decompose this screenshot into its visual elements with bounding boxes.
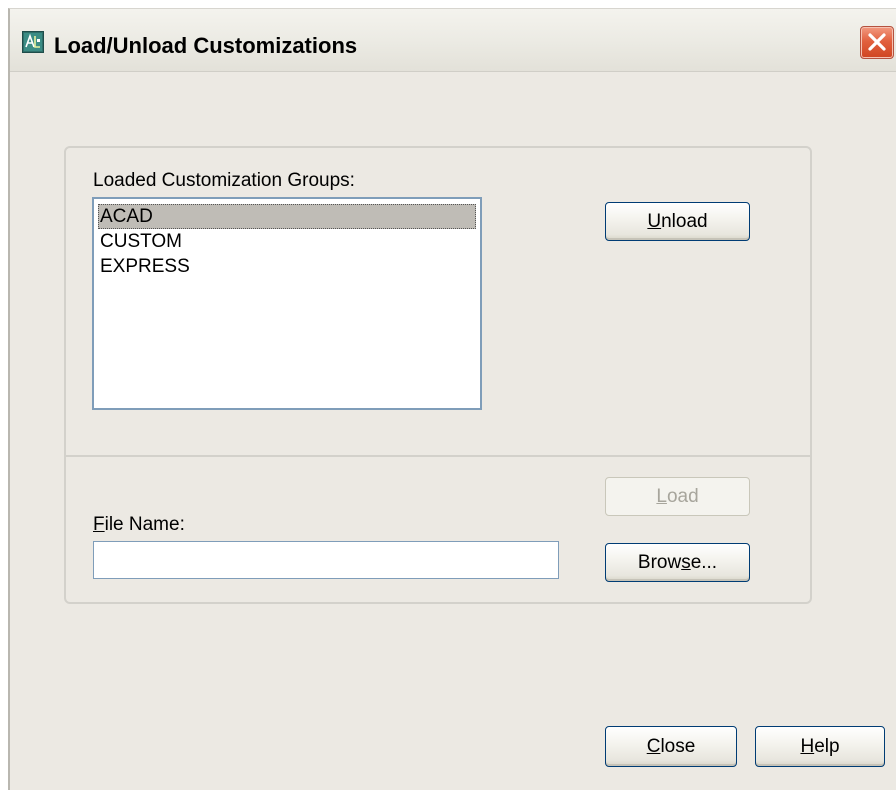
unload-mnemonic: U	[647, 211, 662, 232]
file-name-input[interactable]	[93, 541, 559, 579]
browse-button[interactable]: Browse...	[605, 543, 750, 582]
close-button[interactable]: Close	[605, 726, 737, 767]
load-mnemonic: L	[656, 486, 667, 507]
close-label-rest: lose	[660, 736, 696, 757]
load-label-rest: oad	[666, 486, 699, 507]
file-name-label: File Name:	[93, 514, 185, 536]
browse-label-after: e...	[690, 552, 718, 573]
unload-label-rest: nload	[661, 211, 708, 232]
help-mnemonic: H	[800, 736, 815, 757]
unload-button[interactable]: Unload	[605, 202, 750, 241]
window-title: Load/Unload Customizations	[54, 33, 358, 58]
close-icon	[868, 33, 886, 51]
browse-label-before: Brow	[637, 552, 682, 573]
help-button[interactable]: Help	[755, 726, 885, 767]
close-window-button[interactable]	[860, 26, 894, 59]
file-name-label-rest: ile Name:	[104, 514, 185, 535]
load-unload-dialog: Load/Unload Customizations Loaded Custom…	[8, 8, 896, 790]
section-divider	[64, 455, 812, 457]
list-item-express[interactable]: EXPRESS	[98, 254, 476, 279]
list-item-acad[interactable]: ACAD	[98, 204, 476, 229]
title-bar[interactable]: Load/Unload Customizations	[10, 9, 896, 72]
load-button[interactable]: Load	[605, 477, 750, 516]
loaded-groups-label: Loaded Customization Groups:	[93, 170, 355, 191]
browse-mnemonic: s	[681, 552, 691, 573]
close-mnemonic: C	[646, 736, 661, 757]
loaded-groups-listbox[interactable]: ACAD CUSTOM EXPRESS	[92, 197, 482, 410]
file-name-mnemonic: F	[93, 514, 105, 535]
list-item-custom[interactable]: CUSTOM	[98, 229, 476, 254]
autocad-app-icon	[22, 31, 44, 53]
help-label-rest: elp	[814, 736, 840, 757]
